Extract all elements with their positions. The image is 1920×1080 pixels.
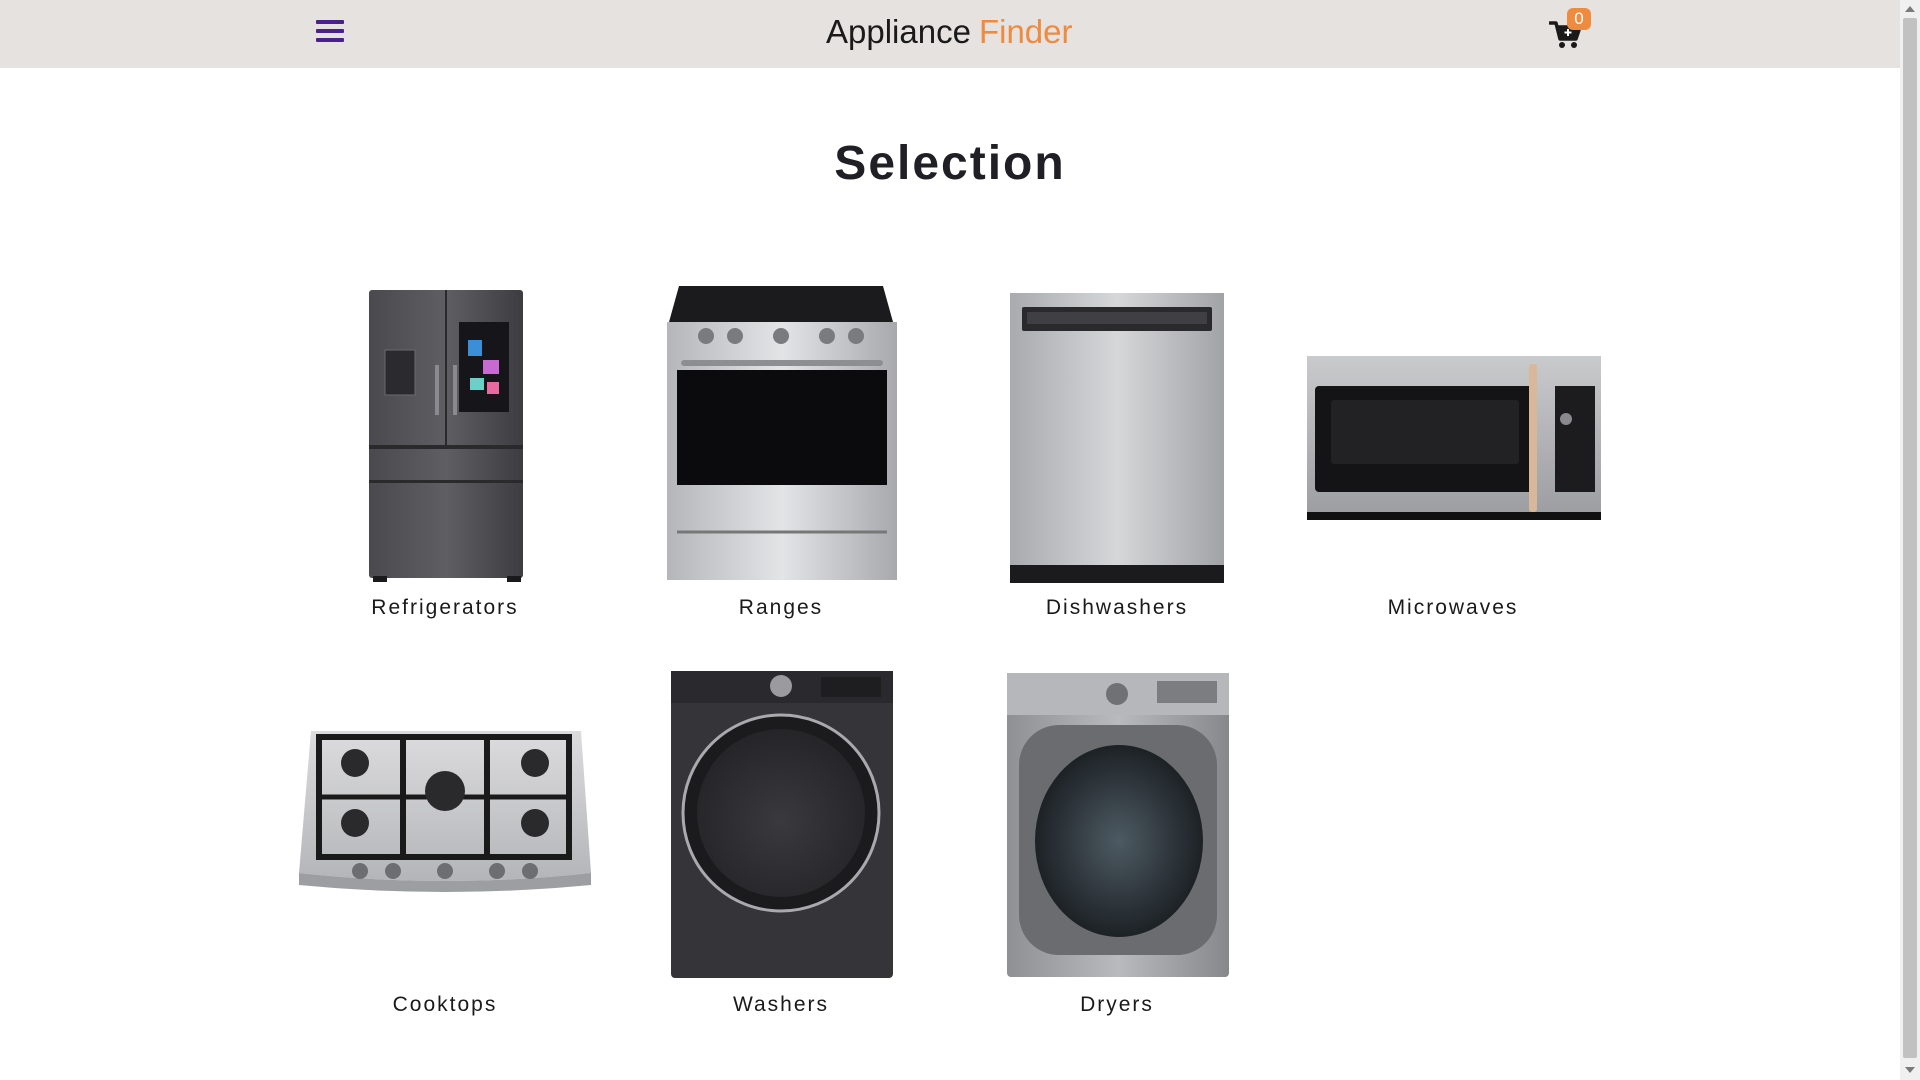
washer-image: [671, 671, 893, 978]
category-label: Microwaves: [1387, 596, 1519, 619]
page-title: Selection: [834, 137, 1066, 190]
cart-count-badge: 0: [1567, 8, 1591, 30]
category-label: Ranges: [738, 596, 824, 619]
brand-name-part2: Finder: [978, 13, 1073, 50]
scrollbar-thumb[interactable]: [1903, 18, 1917, 1058]
dryer-image: [1007, 673, 1229, 977]
cooktop-image: [299, 731, 591, 892]
brand-logo[interactable]: Appliance Finder: [826, 12, 1073, 52]
category-label: Cooktops: [392, 993, 498, 1016]
vertical-scrollbar[interactable]: [1900, 0, 1920, 1080]
scroll-down-arrow-icon[interactable]: [1905, 1067, 1915, 1073]
category-label: Dryers: [1080, 993, 1154, 1016]
top-header: Appliance Finder 0: [0, 0, 1900, 68]
category-label: Dishwashers: [1045, 596, 1189, 619]
microwave-image: [1307, 356, 1601, 520]
category-label: Refrigerators: [371, 596, 519, 619]
category-label: Washers: [732, 993, 830, 1016]
dishwasher-image: [1010, 293, 1224, 583]
scroll-up-arrow-icon[interactable]: [1905, 6, 1915, 12]
range-image: [667, 286, 897, 580]
brand-name-part1: Appliance: [826, 13, 971, 50]
hamburger-menu-icon[interactable]: [316, 20, 344, 46]
refrigerator-image: [369, 290, 523, 582]
cart-button[interactable]: 0: [1549, 8, 1591, 52]
